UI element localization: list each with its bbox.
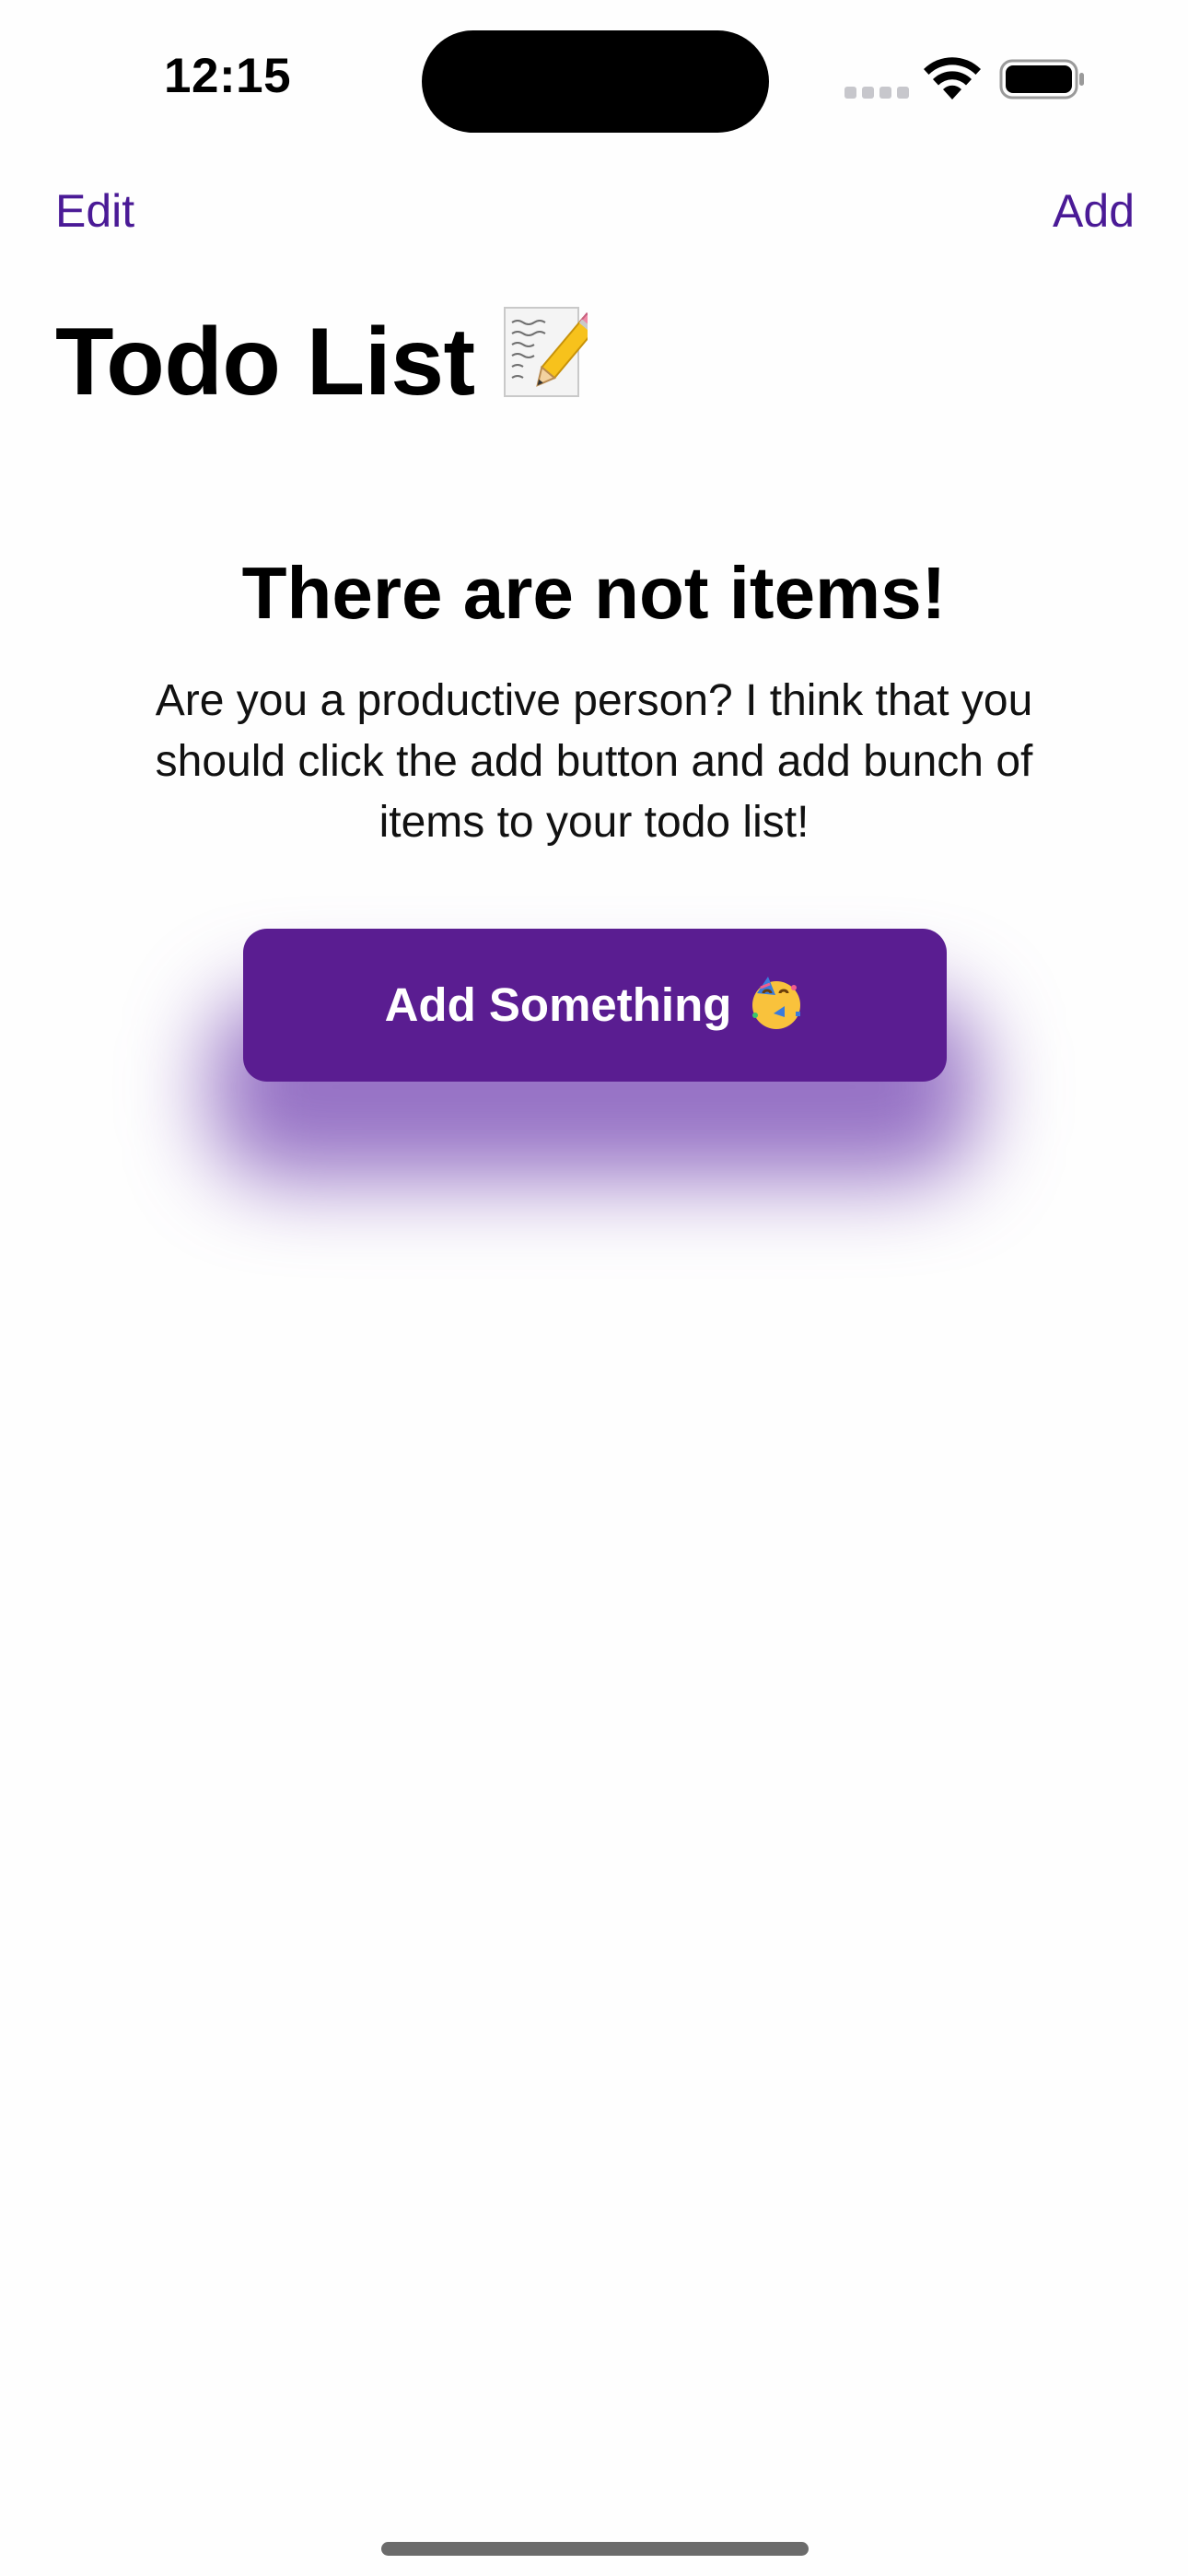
add-button[interactable]: Add bbox=[1053, 184, 1135, 238]
battery-icon bbox=[999, 59, 1084, 100]
dynamic-island bbox=[422, 30, 769, 133]
wifi-icon bbox=[924, 57, 981, 100]
memo-icon bbox=[503, 307, 588, 397]
empty-state-heading: There are not items! bbox=[241, 552, 947, 634]
cellular-signal-icon bbox=[844, 87, 909, 100]
page-title: Todo List bbox=[55, 304, 588, 417]
add-something-button[interactable]: Add Something bbox=[243, 929, 947, 1082]
empty-state-body: Are you a productive person? I think tha… bbox=[155, 676, 1033, 847]
page-title-text: Todo List bbox=[55, 309, 475, 416]
status-time: 12:15 bbox=[164, 49, 292, 103]
screen: 12:15 Edit Add Todo List There are not i… bbox=[0, 0, 1188, 2576]
partying-face-icon bbox=[752, 977, 801, 1029]
edit-button[interactable]: Edit bbox=[55, 184, 134, 238]
home-indicator[interactable] bbox=[381, 2542, 809, 2556]
add-something-label: Add Something bbox=[384, 978, 732, 1031]
